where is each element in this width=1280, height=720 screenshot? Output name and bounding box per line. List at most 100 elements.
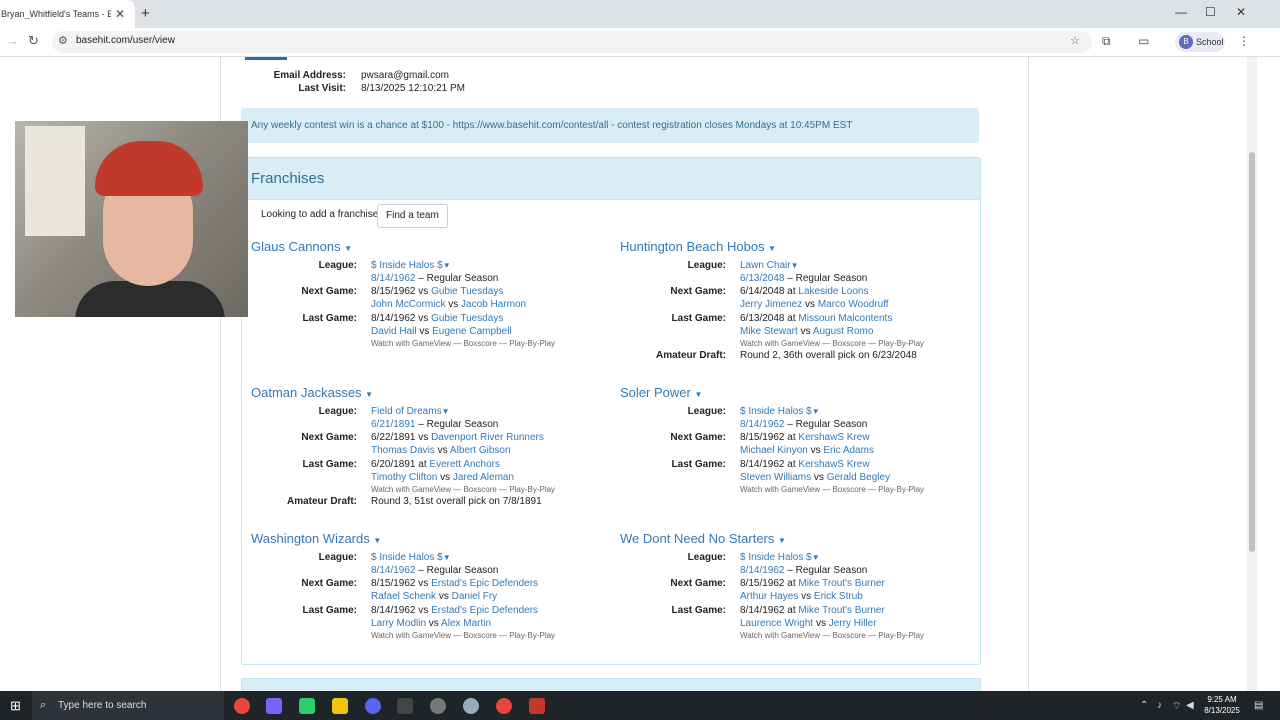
last-opponent-link[interactable]: Everett Anchors — [429, 459, 500, 470]
tray-chevron-icon[interactable]: ⌃ — [1140, 700, 1148, 711]
forward-icon[interactable]: → — [6, 33, 19, 48]
team-name[interactable]: Glaus Cannons ▼ — [251, 239, 352, 254]
chevron-down-icon[interactable]: ▼ — [778, 536, 786, 545]
chevron-down-icon[interactable]: ▼ — [373, 536, 381, 545]
contest-alert-text[interactable]: Any weekly contest win is a chance at $1… — [251, 120, 852, 131]
chevron-down-icon[interactable]: ▼ — [694, 390, 702, 399]
chevron-down-icon[interactable]: ▼ — [812, 407, 820, 416]
league-value[interactable]: Lawn Chair▼ — [740, 260, 799, 271]
profile-button-edge[interactable] — [245, 57, 287, 60]
scroll-thumb[interactable] — [1249, 152, 1255, 552]
watch-links[interactable]: Watch with GameView — Boxscore — Play-By… — [740, 485, 924, 494]
file-explorer-icon[interactable] — [332, 698, 348, 714]
league-value[interactable]: $ Inside Halos $▼ — [740, 406, 820, 417]
next-pitcher-2-link[interactable]: Jacob Harmon — [461, 299, 526, 310]
bookmark-star-icon[interactable]: ☆ — [1070, 34, 1080, 47]
url-text[interactable]: basehit.com/user/view — [76, 35, 175, 46]
next-pitcher-2-link[interactable]: Erick Strub — [814, 591, 863, 602]
close-window-icon[interactable]: ✕ — [1236, 5, 1246, 19]
next-pitcher-1-link[interactable]: Jerry Jimenez — [740, 299, 802, 310]
last-pitcher-2-link[interactable]: Eugene Campbell — [432, 326, 512, 337]
last-pitcher-2-link[interactable]: Gerald Begley — [827, 472, 890, 483]
last-pitcher-2-link[interactable]: Jerry Hiller — [829, 618, 877, 629]
next-pitcher-2-link[interactable]: Marco Woodruff — [818, 299, 889, 310]
last-opponent-link[interactable]: Mike Trout's Burner — [798, 605, 884, 616]
chevron-down-icon[interactable]: ▼ — [812, 553, 820, 562]
last-opponent-link[interactable]: Erstad's Epic Defenders — [431, 605, 538, 616]
team-name[interactable]: Soler Power ▼ — [620, 385, 702, 400]
league-link[interactable]: $ Inside Halos $ — [740, 552, 812, 563]
current-date-link[interactable]: 6/21/1891 — [371, 419, 416, 430]
split-view-icon[interactable]: ▭ — [1138, 34, 1149, 48]
next-opponent-link[interactable]: Davenport River Runners — [431, 432, 544, 443]
last-pitcher-1-link[interactable]: Mike Stewart — [740, 326, 798, 337]
network-icon[interactable]: ⌔ — [1172, 700, 1181, 713]
last-pitcher-2-link[interactable]: Jared Aleman — [453, 472, 514, 483]
volume-icon[interactable]: ◀ — [1186, 700, 1194, 711]
team-name[interactable]: Oatman Jackasses ▼ — [251, 385, 373, 400]
league-value[interactable]: Field of Dreams▼ — [371, 406, 450, 417]
last-opponent-link[interactable]: KershawS Krew — [798, 459, 869, 470]
team-name-text[interactable]: Glaus Cannons — [251, 239, 341, 254]
next-opponent-link[interactable]: Mike Trout's Burner — [798, 578, 884, 589]
team-name[interactable]: Huntington Beach Hobos ▼ — [620, 239, 776, 254]
current-date-link[interactable]: 8/14/1962 — [371, 565, 416, 576]
last-pitcher-2-link[interactable]: Alex Martin — [441, 618, 491, 629]
league-value[interactable]: $ Inside Halos $▼ — [371, 260, 451, 271]
team-name[interactable]: Washington Wizards ▼ — [251, 531, 381, 546]
menu-dots-icon[interactable]: ⋮ — [1238, 34, 1250, 48]
site-info-icon[interactable]: ⚙ — [58, 34, 68, 47]
chevron-down-icon[interactable]: ▼ — [344, 244, 352, 253]
chevron-down-icon[interactable]: ▼ — [768, 244, 776, 253]
extensions-icon[interactable]: ⧉ — [1102, 34, 1111, 49]
watch-links[interactable]: Watch with GameView — Boxscore — Play-By… — [740, 339, 924, 348]
current-date-link[interactable]: 8/14/1962 — [371, 273, 416, 284]
last-pitcher-1-link[interactable]: Laurence Wright — [740, 618, 813, 629]
next-pitcher-2-link[interactable]: Eric Adams — [823, 445, 874, 456]
chrome-icon[interactable] — [234, 698, 250, 714]
last-pitcher-1-link[interactable]: David Hall — [371, 326, 417, 337]
app-icon-2[interactable] — [463, 698, 479, 714]
mic-icon[interactable]: ♪ — [1157, 700, 1162, 711]
team-name[interactable]: We Dont Need No Starters ▼ — [620, 531, 786, 546]
profile-button[interactable]: B School — [1175, 32, 1225, 52]
last-opponent-link[interactable]: Gubie Tuesdays — [431, 313, 503, 324]
copilot-icon[interactable] — [266, 698, 282, 714]
next-pitcher-1-link[interactable]: John McCormick — [371, 299, 445, 310]
page-scrollbar[interactable] — [1247, 57, 1257, 691]
chevron-down-icon[interactable]: ▼ — [443, 553, 451, 562]
current-date-link[interactable]: 6/13/2048 — [740, 273, 785, 284]
close-tab-icon[interactable]: ✕ — [115, 7, 125, 21]
team-name-text[interactable]: Huntington Beach Hobos — [620, 239, 765, 254]
address-bar[interactable]: ⚙ basehit.com/user/view ☆ — [52, 31, 1092, 53]
calculator-icon[interactable] — [397, 698, 413, 714]
next-pitcher-1-link[interactable]: Arthur Hayes — [740, 591, 798, 602]
last-pitcher-1-link[interactable]: Steven Williams — [740, 472, 811, 483]
windows-start-icon[interactable]: ⊞ — [10, 698, 21, 714]
store-icon[interactable] — [299, 698, 315, 714]
league-link[interactable]: $ Inside Halos $ — [740, 406, 812, 417]
chrome-active-icon[interactable] — [496, 698, 512, 714]
chevron-down-icon[interactable]: ▼ — [365, 390, 373, 399]
last-pitcher-1-link[interactable]: Timothy Clifton — [371, 472, 437, 483]
discord-icon[interactable] — [365, 698, 381, 714]
league-link[interactable]: $ Inside Halos $ — [371, 260, 443, 271]
chevron-down-icon[interactable]: ▼ — [791, 261, 799, 270]
league-value[interactable]: $ Inside Halos $▼ — [371, 552, 451, 563]
watch-links[interactable]: Watch with GameView — Boxscore — Play-By… — [371, 339, 555, 348]
taskbar-clock[interactable]: 9:25 AM 8/13/2025 — [1196, 694, 1248, 716]
team-name-text[interactable]: We Dont Need No Starters — [620, 531, 774, 546]
current-date-link[interactable]: 8/14/1962 — [740, 419, 785, 430]
chevron-down-icon[interactable]: ▼ — [442, 407, 450, 416]
taskbar-search[interactable]: ⌕ Type here to search — [32, 691, 224, 720]
maximize-icon[interactable]: ☐ — [1205, 5, 1216, 19]
team-name-text[interactable]: Washington Wizards — [251, 531, 370, 546]
team-name-text[interactable]: Oatman Jackasses — [251, 385, 362, 400]
current-date-link[interactable]: 8/14/1962 — [740, 565, 785, 576]
find-team-button[interactable]: Find a team — [377, 204, 448, 228]
new-tab-icon[interactable]: + — [141, 5, 150, 22]
league-value[interactable]: $ Inside Halos $▼ — [740, 552, 820, 563]
reload-icon[interactable]: ↻ — [28, 33, 39, 49]
app-icon[interactable] — [430, 698, 446, 714]
next-opponent-link[interactable]: Erstad's Epic Defenders — [431, 578, 538, 589]
